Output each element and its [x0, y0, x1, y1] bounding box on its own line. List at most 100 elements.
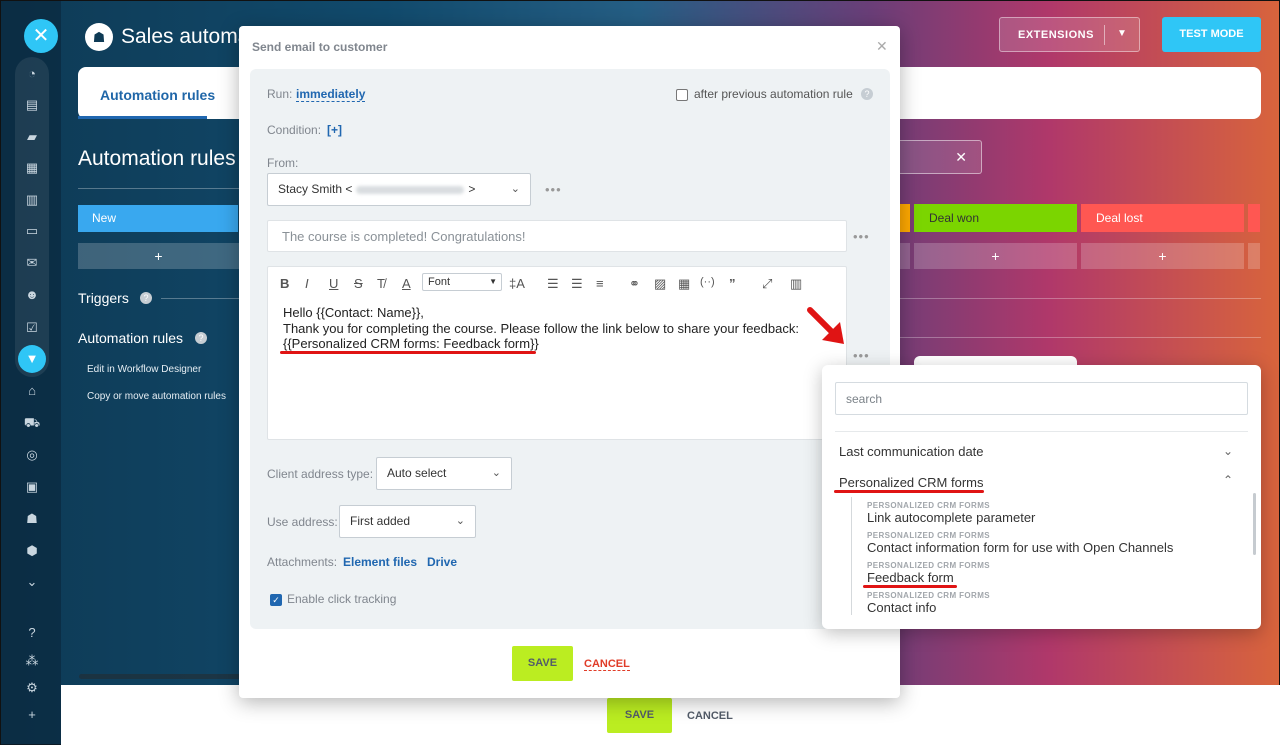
- pulse-icon[interactable]: ◔: [23, 65, 41, 83]
- add-rule-button[interactable]: +: [914, 243, 1077, 269]
- from-value: Stacy Smith <: [278, 182, 353, 196]
- table-icon[interactable]: ▦: [678, 276, 690, 292]
- stage-new[interactable]: New: [78, 205, 238, 232]
- font-size-icon[interactable]: ‡A: [509, 276, 525, 291]
- edit-workflow-link[interactable]: Edit in Workflow Designer: [87, 364, 201, 375]
- attachments-label: Attachments:: [267, 555, 338, 569]
- from-select[interactable]: Stacy Smith < > ⌄: [267, 173, 531, 206]
- cancel-button[interactable]: CANCEL: [687, 710, 733, 722]
- add-rule-button[interactable]: [900, 243, 910, 269]
- font-select[interactable]: Font ▼: [422, 273, 502, 291]
- feed-icon[interactable]: ▤: [23, 96, 41, 114]
- section-last-communication[interactable]: Last communication date: [839, 444, 984, 459]
- chevron-up-icon[interactable]: ⌃: [1223, 473, 1233, 487]
- chevron-down-icon[interactable]: ▼: [1117, 28, 1127, 39]
- settings-icon[interactable]: ⚙: [23, 679, 41, 697]
- chat-icon[interactable]: ▰: [23, 128, 41, 146]
- item-contact-info[interactable]: Contact info: [867, 600, 936, 615]
- search-input[interactable]: search: [835, 382, 1248, 415]
- more-options-icon[interactable]: •••: [545, 182, 562, 197]
- stage-deal-won[interactable]: Deal won: [914, 204, 1077, 232]
- item-link-autocomplete[interactable]: Link autocomplete parameter: [867, 510, 1035, 525]
- numbered-list-icon[interactable]: ☰: [547, 276, 559, 292]
- group-icon[interactable]: ☻: [23, 286, 41, 304]
- insert-field-icon[interactable]: •••: [853, 348, 870, 363]
- divider: [161, 298, 239, 299]
- cart-icon[interactable]: ⛟: [23, 414, 41, 432]
- extensions-button[interactable]: EXTENSIONS ▼: [999, 17, 1140, 52]
- insert-field-icon[interactable]: •••: [853, 229, 870, 244]
- filter-icon[interactable]: ▼: [18, 345, 46, 373]
- add-rule-button[interactable]: [1248, 243, 1260, 269]
- triggers-label: Triggers: [78, 290, 129, 306]
- highlight-underline: [863, 585, 957, 588]
- task-icon[interactable]: ☑: [23, 319, 41, 337]
- copy-rules-link[interactable]: Copy or move automation rules: [87, 391, 226, 402]
- bullet-list-icon[interactable]: ☰: [571, 276, 583, 292]
- test-mode-button[interactable]: TEST MODE: [1162, 17, 1261, 52]
- bank-icon[interactable]: ⌂: [23, 382, 41, 400]
- add-rule-button[interactable]: +: [1081, 243, 1244, 269]
- align-icon[interactable]: ≡: [596, 276, 604, 291]
- bold-icon[interactable]: B: [280, 276, 289, 291]
- text-color-icon[interactable]: A: [402, 276, 411, 291]
- source-icon[interactable]: ▥: [790, 276, 802, 292]
- strikethrough-icon[interactable]: S: [354, 276, 363, 291]
- close-icon[interactable]: ✕: [24, 19, 58, 53]
- chevron-down-icon[interactable]: ⌄: [1223, 444, 1233, 458]
- item-group: PERSONALIZED CRM FORMS: [867, 591, 991, 600]
- run-value-link[interactable]: immediately: [296, 87, 366, 102]
- add-icon[interactable]: +: [23, 706, 41, 724]
- calendar-icon[interactable]: ▦: [23, 159, 41, 177]
- from-value-end: >: [468, 182, 476, 196]
- link-icon[interactable]: ⚭: [629, 276, 640, 292]
- after-previous-label: after previous automation rule: [694, 87, 853, 101]
- cancel-button[interactable]: CANCEL: [584, 658, 630, 671]
- section-personalized-crm-forms[interactable]: Personalized CRM forms: [839, 475, 984, 490]
- image-icon[interactable]: ▨: [654, 276, 666, 292]
- use-address-select[interactable]: First added ⌄: [339, 505, 476, 538]
- stage-deal-lost[interactable]: Deal lost: [1081, 204, 1244, 232]
- more-icon[interactable]: ⌄: [23, 573, 41, 591]
- save-button[interactable]: SAVE: [512, 646, 573, 681]
- clear-format-icon[interactable]: T̸: [377, 276, 385, 291]
- code-icon[interactable]: (··): [700, 276, 715, 288]
- add-condition-link[interactable]: [+]: [327, 123, 342, 137]
- subject-input[interactable]: The course is completed! Congratulations…: [267, 220, 847, 252]
- robot-icon[interactable]: ☗: [23, 510, 41, 528]
- help-icon[interactable]: ?: [861, 88, 873, 100]
- app-title: Sales automa: [121, 25, 250, 48]
- help-icon[interactable]: ?: [23, 624, 41, 642]
- quote-icon[interactable]: ”: [729, 276, 736, 291]
- element-files-link[interactable]: Element files: [343, 555, 417, 569]
- contact-card-icon[interactable]: ▣: [23, 478, 41, 496]
- item-feedback-form[interactable]: Feedback form: [867, 570, 954, 585]
- drive-icon[interactable]: ▭: [23, 222, 41, 240]
- box-icon[interactable]: ⬢: [23, 542, 41, 560]
- italic-icon[interactable]: I: [305, 276, 309, 291]
- dialog-title: Send email to customer: [252, 40, 388, 54]
- close-icon[interactable]: ✕: [876, 38, 888, 55]
- client-address-select[interactable]: Auto select ⌄: [376, 457, 512, 490]
- from-label: From:: [267, 156, 299, 170]
- document-icon[interactable]: ▥: [23, 191, 41, 209]
- chevron-down-icon: ▼: [489, 277, 497, 286]
- save-button[interactable]: SAVE: [607, 698, 672, 733]
- underline-icon[interactable]: U: [329, 276, 338, 291]
- target-icon[interactable]: ◎: [23, 446, 41, 464]
- after-previous-checkbox[interactable]: [676, 89, 688, 101]
- drive-link[interactable]: Drive: [427, 555, 457, 569]
- fullscreen-icon[interactable]: ⤢: [762, 276, 772, 292]
- filter-clear-icon[interactable]: ✕: [891, 140, 982, 174]
- help-icon[interactable]: ?: [195, 332, 207, 344]
- add-rule-button[interactable]: +: [78, 243, 239, 269]
- click-tracking-checkbox[interactable]: ✓: [270, 594, 282, 606]
- help-icon[interactable]: ?: [140, 292, 152, 304]
- item-contact-info-form[interactable]: Contact information form for use with Op…: [867, 540, 1173, 555]
- tab-automation-rules[interactable]: Automation rules: [100, 87, 215, 103]
- structure-icon[interactable]: ⁂: [23, 652, 41, 670]
- mail-icon[interactable]: ✉: [23, 254, 41, 272]
- highlight-underline: [834, 490, 984, 493]
- popup-scrollbar[interactable]: [1253, 493, 1256, 555]
- page-title: Automation rules: [78, 147, 236, 170]
